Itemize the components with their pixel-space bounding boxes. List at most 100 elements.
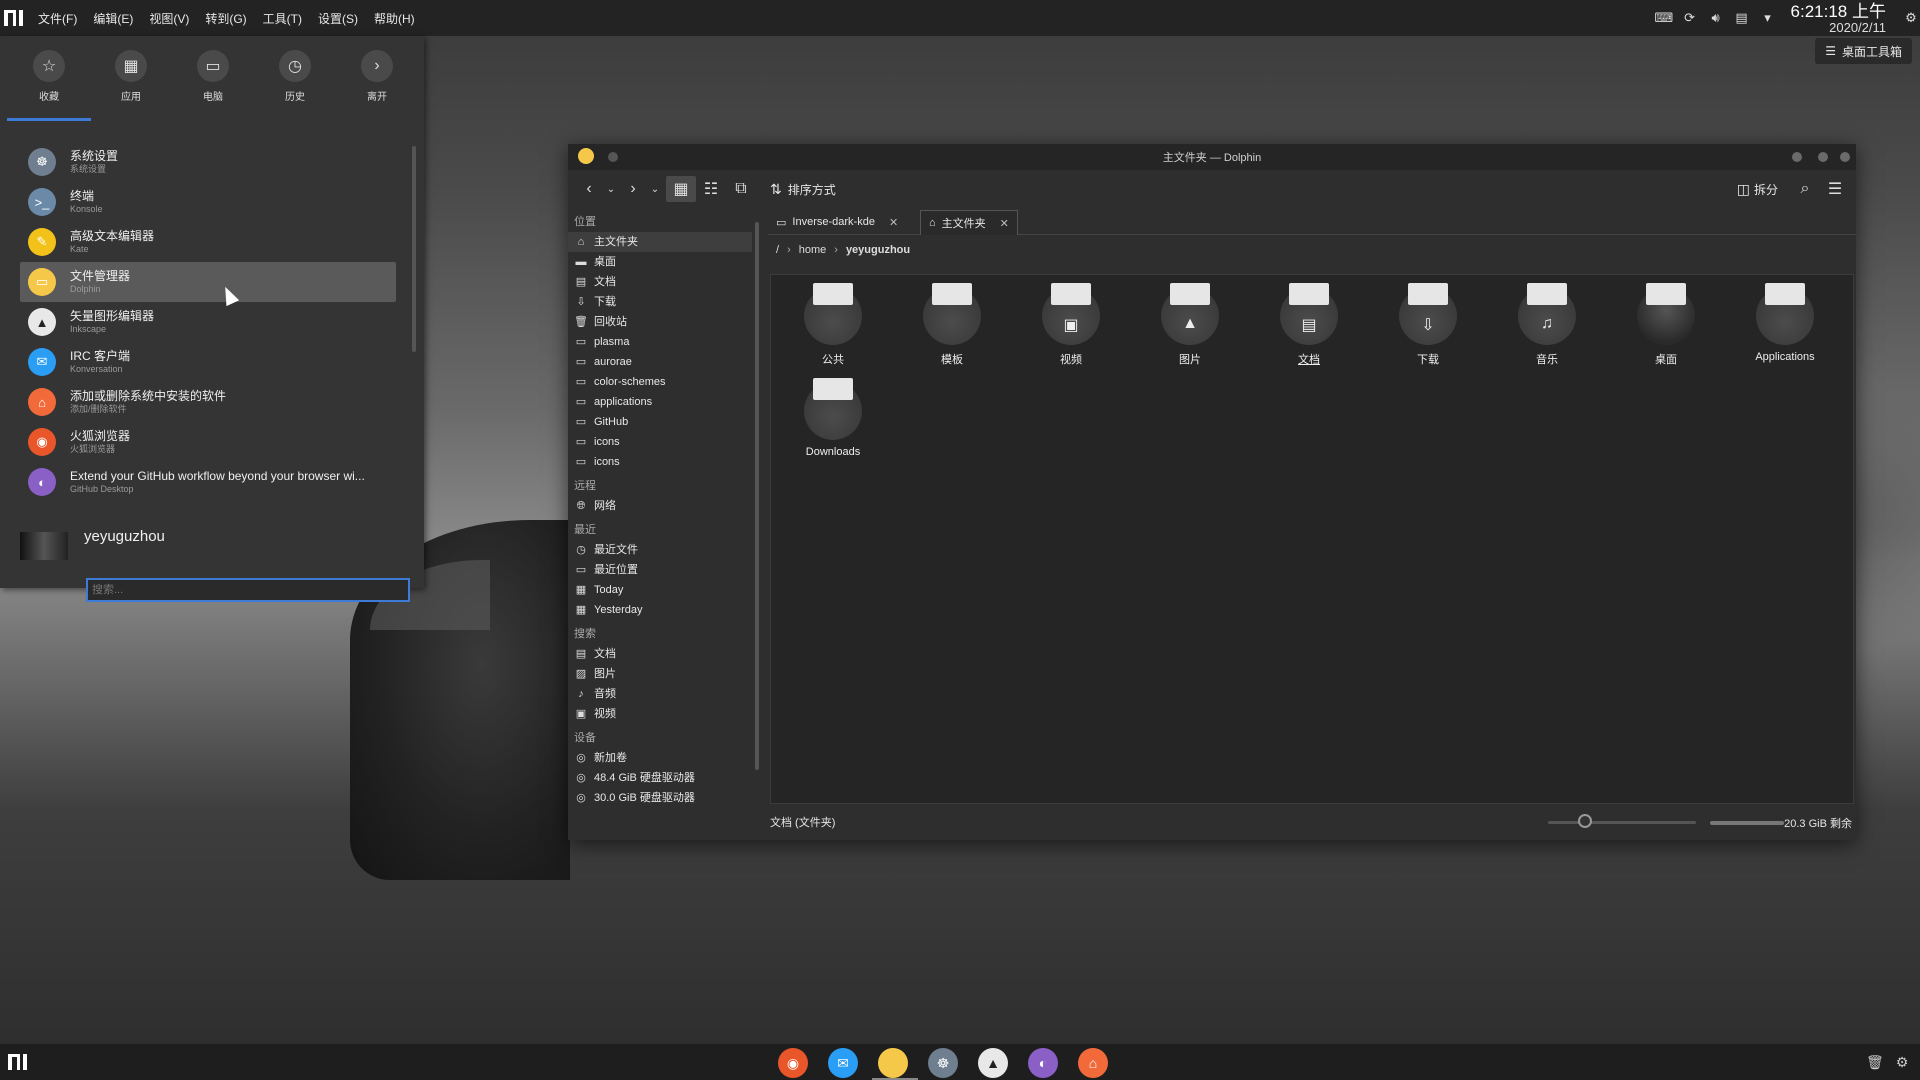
desktop-toolbox-button[interactable]: ☰ 桌面工具箱 bbox=[1815, 38, 1912, 64]
app-item-dolphin[interactable]: ▭ 文件管理器 Dolphin bbox=[20, 262, 396, 302]
app-item-discover[interactable]: ⌂ 添加或删除系统中安装的软件 添加/删除软件 bbox=[20, 382, 396, 422]
place-folder[interactable]: ▭ icons bbox=[568, 452, 752, 472]
back-button[interactable]: ‹ bbox=[574, 176, 604, 202]
window-titlebar[interactable]: 主文件夹 — Dolphin bbox=[568, 144, 1856, 170]
menu-settings[interactable]: 设置(S) bbox=[318, 10, 358, 27]
menu-view[interactable]: 视图(V) bbox=[149, 10, 189, 27]
gear-icon[interactable]: ⚙ bbox=[1894, 1054, 1910, 1071]
firefox-icon[interactable]: ◉ bbox=[778, 1048, 808, 1078]
launcher-scrollbar[interactable] bbox=[412, 146, 416, 352]
avatar[interactable] bbox=[20, 532, 68, 560]
launcher-tab-leave[interactable]: › 离开 bbox=[336, 50, 418, 103]
back-history-icon[interactable]: ⌄ bbox=[604, 176, 618, 202]
close-button[interactable] bbox=[1840, 152, 1850, 162]
maximize-button[interactable] bbox=[1818, 152, 1828, 162]
gear-icon[interactable]: ⚙ bbox=[1902, 11, 1920, 25]
app-item-firefox[interactable]: ◉ 火狐浏览器 火狐浏览器 bbox=[20, 422, 396, 462]
app-item-system-settings[interactable]: ☸ 系统设置 系统设置 bbox=[20, 142, 396, 182]
github-desktop-icon[interactable]: ◐ bbox=[1028, 1048, 1058, 1078]
app-item-konversation[interactable]: ✉ IRC 客户端 Konversation bbox=[20, 342, 396, 382]
place-today[interactable]: ▦ Today bbox=[568, 580, 752, 600]
trash-icon[interactable]: 🗑︎ bbox=[1866, 1054, 1884, 1071]
file-item-pictures[interactable]: ▲ 图片 bbox=[1140, 283, 1240, 367]
discover-icon[interactable]: ⌂ bbox=[1078, 1048, 1108, 1078]
place-yesterday[interactable]: ▦ Yesterday bbox=[568, 600, 752, 620]
volume-icon[interactable]: 🔊︎ bbox=[1707, 11, 1725, 25]
compact-view-button[interactable]: ☷ bbox=[696, 176, 726, 202]
file-item-desktop[interactable]: 桌面 bbox=[1616, 283, 1716, 367]
menu-tools[interactable]: 工具(T) bbox=[263, 10, 302, 27]
minimize-button[interactable] bbox=[1792, 152, 1802, 162]
file-item-downloads[interactable]: Downloads bbox=[783, 378, 883, 458]
split-button[interactable]: ◫ 拆分 bbox=[1737, 181, 1778, 198]
place-trash[interactable]: 🗑︎ 回收站 bbox=[568, 312, 752, 332]
launcher-tab-history[interactable]: ◷ 历史 bbox=[254, 50, 336, 103]
place-device[interactable]: ◎ 48.4 GiB 硬盘驱动器 bbox=[568, 768, 752, 788]
inkscape-icon[interactable]: ▲ bbox=[978, 1048, 1008, 1078]
file-item-music[interactable]: ♫ 音乐 bbox=[1497, 283, 1597, 367]
launcher-tab-computer[interactable]: ▭ 电脑 bbox=[172, 50, 254, 103]
app-item-kate[interactable]: ✎ 高级文本编辑器 Kate bbox=[20, 222, 396, 262]
file-view[interactable]: 公共 模板 ▣ 视频 ▲ 图片 ▤ 文档 ⇩ 下载 ♫ 音乐 桌面 Applic… bbox=[770, 274, 1854, 804]
keyboard-icon[interactable]: ⌨ bbox=[1655, 11, 1674, 25]
launcher-tab-favorites[interactable]: ☆ 收藏 bbox=[8, 50, 90, 103]
app-item-inkscape[interactable]: ▲ 矢量图形编辑器 Inkscape bbox=[20, 302, 396, 342]
tab-inverse-dark-kde[interactable]: ▭ Inverse-dark-kde ✕ bbox=[768, 210, 906, 234]
system-settings-icon[interactable]: ☸ bbox=[928, 1048, 958, 1078]
place-desktop[interactable]: ▬ 桌面 bbox=[568, 252, 752, 272]
breadcrumb-root[interactable]: / bbox=[776, 244, 779, 256]
sync-icon[interactable]: ⟳ bbox=[1681, 11, 1699, 25]
mi-logo-icon[interactable] bbox=[4, 10, 24, 26]
breadcrumb-current[interactable]: yeyuguzhou bbox=[846, 244, 910, 256]
place-search-images[interactable]: ▨ 图片 bbox=[568, 664, 752, 684]
places-scrollbar[interactable] bbox=[755, 222, 759, 770]
launcher-search-input[interactable] bbox=[86, 578, 410, 602]
file-item-documents[interactable]: ▤ 文档 bbox=[1259, 283, 1359, 367]
zoom-slider-handle[interactable] bbox=[1578, 814, 1592, 828]
place-folder[interactable]: ▭ color-schemes bbox=[568, 372, 752, 392]
tray-expand-icon[interactable]: ▾ bbox=[1759, 11, 1777, 25]
tab-home[interactable]: ⌂ 主文件夹 ✕ bbox=[920, 210, 1018, 235]
clock[interactable]: 6:21:18 上午 2020/2/11 bbox=[1791, 3, 1886, 34]
place-downloads[interactable]: ⇩ 下载 bbox=[568, 292, 752, 312]
place-folder[interactable]: ▭ plasma bbox=[568, 332, 752, 352]
place-search-video[interactable]: ▣ 视频 bbox=[568, 704, 752, 724]
file-item-videos[interactable]: ▣ 视频 bbox=[1021, 283, 1121, 367]
zoom-slider[interactable] bbox=[1548, 814, 1696, 828]
mi-logo-icon[interactable] bbox=[8, 1054, 28, 1070]
place-recent-locations[interactable]: ▭ 最近位置 bbox=[568, 560, 752, 580]
menu-edit[interactable]: 编辑(E) bbox=[93, 10, 133, 27]
search-button[interactable]: ⌕ bbox=[1790, 176, 1820, 202]
icons-view-button[interactable]: ▦ bbox=[666, 176, 696, 202]
file-item-public[interactable]: 公共 bbox=[783, 283, 883, 367]
app-item-terminal[interactable]: >_ 终端 Konsole bbox=[20, 182, 396, 222]
place-home[interactable]: ⌂ 主文件夹 bbox=[568, 232, 752, 252]
close-icon[interactable]: ✕ bbox=[1000, 217, 1009, 230]
place-search-documents[interactable]: ▤ 文档 bbox=[568, 644, 752, 664]
sort-by-button[interactable]: ⇅ 排序方式 bbox=[770, 181, 836, 198]
details-view-button[interactable]: ⧉ bbox=[726, 176, 756, 202]
launcher-tab-applications[interactable]: ▦ 应用 bbox=[90, 50, 172, 103]
place-device[interactable]: ◎ 30.0 GiB 硬盘驱动器 bbox=[568, 788, 752, 808]
place-folder[interactable]: ▭ icons bbox=[568, 432, 752, 452]
file-item-applications[interactable]: Applications bbox=[1735, 283, 1835, 363]
place-folder[interactable]: ▭ aurorae bbox=[568, 352, 752, 372]
place-folder[interactable]: ▭ GitHub bbox=[568, 412, 752, 432]
menu-help[interactable]: 帮助(H) bbox=[374, 10, 415, 27]
place-folder[interactable]: ▭ applications bbox=[568, 392, 752, 412]
forward-history-icon[interactable]: ⌄ bbox=[648, 176, 662, 202]
menu-go[interactable]: 转到(G) bbox=[205, 10, 246, 27]
close-icon[interactable]: ✕ bbox=[889, 216, 898, 229]
place-device[interactable]: ◎ 新加卷 bbox=[568, 748, 752, 768]
app-item-github-desktop[interactable]: ◐ Extend your GitHub workflow beyond you… bbox=[20, 462, 396, 502]
place-search-audio[interactable]: ♪ 音频 bbox=[568, 684, 752, 704]
forward-button[interactable]: › bbox=[618, 176, 648, 202]
konversation-icon[interactable]: ✉ bbox=[828, 1048, 858, 1078]
menu-file[interactable]: 文件(F) bbox=[38, 10, 77, 27]
breadcrumb-home[interactable]: home bbox=[799, 244, 827, 256]
file-item-downloads-cn[interactable]: ⇩ 下载 bbox=[1378, 283, 1478, 367]
place-recent-files[interactable]: ◷ 最近文件 bbox=[568, 540, 752, 560]
place-documents[interactable]: ▤ 文档 bbox=[568, 272, 752, 292]
dolphin-icon[interactable] bbox=[878, 1048, 908, 1078]
clipboard-icon[interactable]: ▤ bbox=[1733, 11, 1751, 25]
